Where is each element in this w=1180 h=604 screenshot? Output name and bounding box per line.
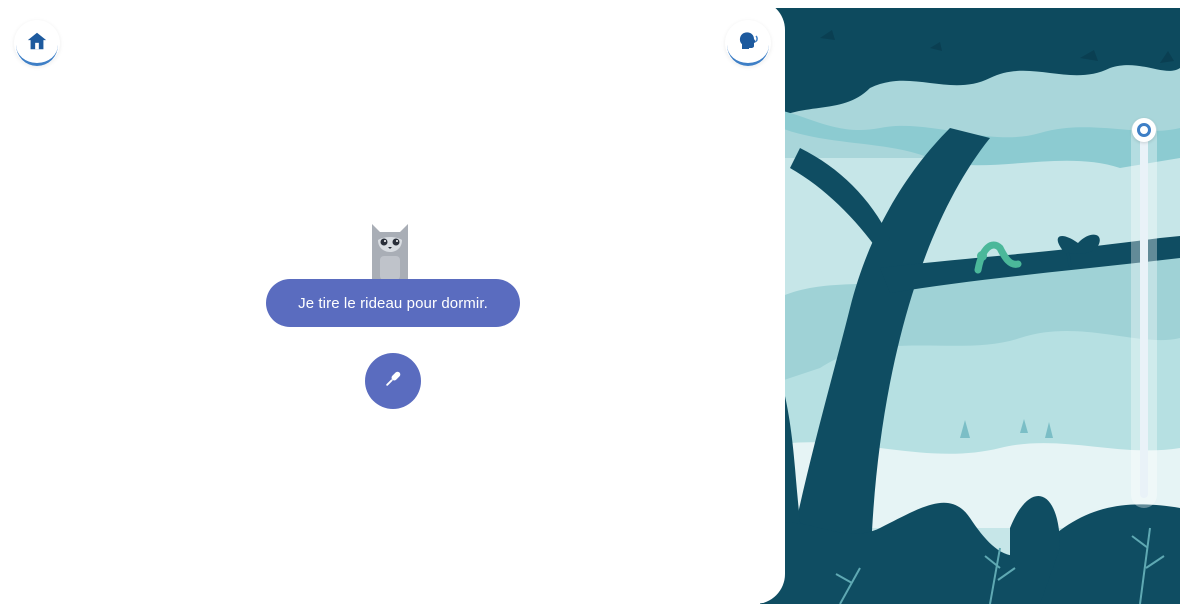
scrollbar-thumb[interactable] bbox=[1132, 118, 1156, 142]
forest-illustration bbox=[760, 8, 1180, 604]
listen-button[interactable] bbox=[725, 20, 771, 66]
home-icon bbox=[26, 30, 48, 56]
cat-character bbox=[372, 224, 408, 280]
home-button[interactable] bbox=[14, 20, 60, 66]
sentence-text: Je tire le rideau pour dormir. bbox=[298, 294, 488, 312]
thumb-dot bbox=[1137, 123, 1151, 137]
sentence-bubble: Je tire le rideau pour dormir. bbox=[266, 279, 520, 327]
app-root: Je tire le rideau pour dormir. bbox=[0, 0, 1180, 604]
microphone-icon bbox=[382, 368, 404, 394]
scrollbar-rail bbox=[1140, 128, 1148, 498]
head-speaking-icon bbox=[736, 29, 760, 57]
scene-scrollbar[interactable] bbox=[1131, 118, 1157, 508]
microphone-button[interactable] bbox=[365, 353, 421, 409]
